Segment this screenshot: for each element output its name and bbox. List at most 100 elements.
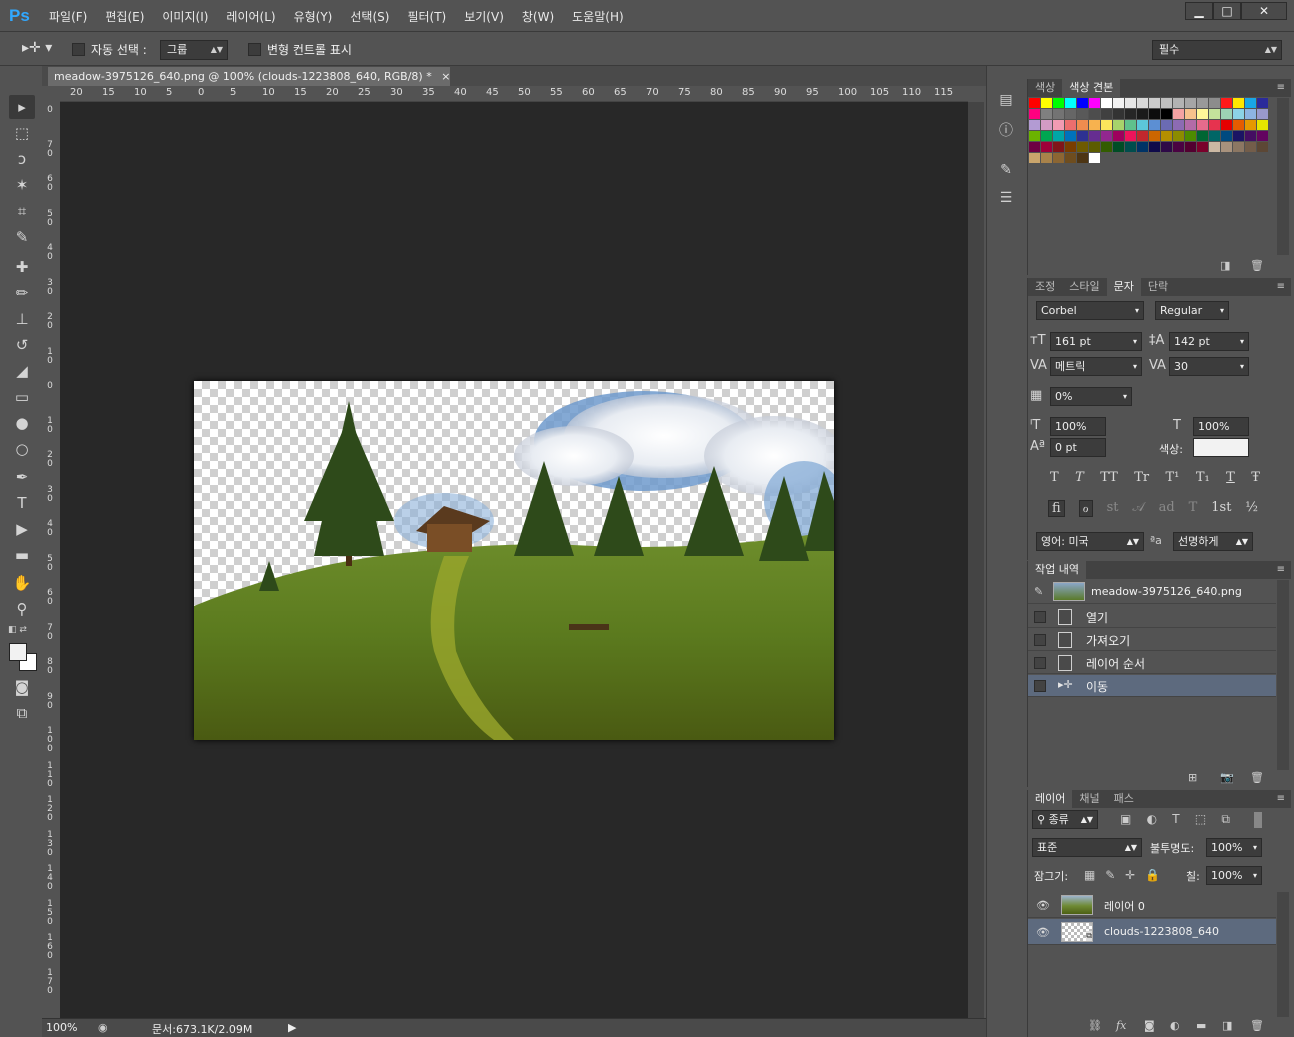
color-swatch[interactable] — [1185, 120, 1197, 131]
color-swatch[interactable] — [1209, 98, 1221, 109]
clone-stamp-tool-icon[interactable]: ⊥ — [9, 307, 35, 331]
alternates-button[interactable]: ℴ — [1078, 500, 1093, 517]
color-swatch[interactable] — [1137, 120, 1149, 131]
subscript-button[interactable]: T₁ — [1196, 470, 1210, 485]
color-swatch[interactable] — [1101, 131, 1113, 142]
magic-wand-tool-icon[interactable]: ✶ — [9, 173, 35, 197]
color-swatch[interactable] — [1197, 131, 1209, 142]
status-info-icon[interactable]: ◉ — [98, 1021, 108, 1034]
move-tool-icon[interactable]: ▸ — [9, 95, 35, 119]
color-swatch[interactable] — [1101, 142, 1113, 153]
lock-all-icon[interactable]: 🔒 — [1145, 868, 1160, 882]
color-swatch[interactable] — [1101, 98, 1113, 109]
color-swatch[interactable] — [1113, 109, 1125, 120]
tab-swatches[interactable]: 색상 견본 — [1062, 79, 1121, 97]
color-swatch[interactable] — [1245, 120, 1257, 131]
color-swatch[interactable] — [1221, 109, 1233, 120]
layers-scrollbar[interactable] — [1277, 892, 1289, 1017]
color-swatch[interactable] — [1089, 98, 1101, 109]
color-swatch[interactable] — [1173, 142, 1185, 153]
layer-row-selected[interactable]: 👁 ⧉ clouds-1223808_640 — [1028, 919, 1276, 945]
strikethrough-button[interactable]: Ŧ — [1251, 470, 1260, 485]
tracking-field[interactable]: 30 ▾ — [1169, 357, 1249, 376]
history-item[interactable]: 가져오기 — [1028, 629, 1276, 651]
color-swatch[interactable] — [1149, 98, 1161, 109]
small-caps-button[interactable]: Tr — [1134, 470, 1149, 485]
color-swatch[interactable] — [1257, 131, 1269, 142]
color-swatch[interactable] — [1065, 142, 1077, 153]
color-swatch[interactable] — [1041, 98, 1053, 109]
color-swatch[interactable] — [1065, 120, 1077, 131]
new-group-icon[interactable]: ▬ — [1196, 1019, 1206, 1032]
color-swatch[interactable] — [1161, 109, 1173, 120]
color-swatch[interactable] — [1233, 98, 1245, 109]
color-swatch[interactable] — [1209, 120, 1221, 131]
tab-character[interactable]: 문자 — [1106, 278, 1141, 296]
color-swatch[interactable] — [1185, 131, 1197, 142]
brush-panel-icon[interactable]: ✎ — [996, 162, 1016, 182]
eraser-tool-icon[interactable]: ◢ — [9, 359, 35, 383]
menu-view[interactable]: 보기(V) — [455, 8, 513, 26]
color-swatch[interactable] — [1257, 109, 1269, 120]
color-swatch[interactable] — [1089, 153, 1101, 164]
color-swatch[interactable] — [1041, 109, 1053, 120]
color-swatch[interactable] — [1137, 109, 1149, 120]
color-swatch[interactable] — [1149, 142, 1161, 153]
color-swatch[interactable] — [1041, 131, 1053, 142]
opacity-field[interactable]: 100% ▾ — [1206, 838, 1262, 857]
titling-alternates-button[interactable]: T — [1189, 500, 1198, 517]
color-swatch[interactable] — [1041, 120, 1053, 131]
color-swatch[interactable] — [1029, 153, 1041, 164]
panel-menu-icon[interactable]: ≡ — [1277, 564, 1285, 575]
history-panel-icon[interactable]: ▤ — [996, 92, 1016, 112]
faux-italic-button[interactable]: T — [1075, 470, 1084, 485]
all-caps-button[interactable]: TT — [1100, 470, 1118, 485]
lock-transparency-icon[interactable]: ▦ — [1084, 868, 1095, 882]
vertical-scale-field[interactable]: 100% — [1050, 417, 1106, 436]
color-swatch[interactable] — [1185, 109, 1197, 120]
delete-layer-icon[interactable]: 🗑 — [1250, 1019, 1264, 1032]
new-document-from-state-icon[interactable]: ⊞ — [1188, 771, 1197, 784]
color-swatch[interactable] — [1209, 109, 1221, 120]
crop-tool-icon[interactable]: ⌗ — [9, 199, 35, 223]
maximize-button[interactable]: □ — [1213, 2, 1241, 20]
color-swatch[interactable] — [1245, 131, 1257, 142]
transform-controls-checkbox[interactable] — [248, 43, 261, 56]
tab-color[interactable]: 색상 — [1028, 79, 1062, 97]
stylistic-alternates-button[interactable]: ad — [1159, 500, 1175, 517]
menu-select[interactable]: 선택(S) — [341, 8, 398, 26]
ordinals-button[interactable]: 1st — [1211, 500, 1231, 517]
color-swatch[interactable] — [1197, 142, 1209, 153]
default-colors-icon[interactable]: ◧ ⇄ — [8, 625, 27, 635]
pixel-filter-icon[interactable]: ▣ — [1120, 812, 1131, 827]
horizontal-ruler[interactable]: 20 15 10 5 0 5 10 15 20 25 30 35 40 45 50 55 60 65 70 75 80 8… — [60, 86, 968, 102]
color-swatch[interactable] — [1065, 131, 1077, 142]
color-swatch[interactable] — [1233, 131, 1245, 142]
color-swatch[interactable] — [1137, 142, 1149, 153]
discretionary-ligatures-button[interactable]: st — [1107, 500, 1119, 517]
link-layers-icon[interactable]: ⛓ — [1088, 1019, 1102, 1032]
new-swatch-icon[interactable]: ◨ — [1220, 259, 1230, 272]
lock-pixels-icon[interactable]: ✎ — [1105, 868, 1115, 882]
menu-image[interactable]: 이미지(I) — [153, 8, 217, 26]
color-swatch[interactable] — [1113, 98, 1125, 109]
color-swatch[interactable] — [1173, 98, 1185, 109]
healing-brush-tool-icon[interactable]: ✚ — [9, 255, 35, 279]
color-swatch[interactable] — [1077, 98, 1089, 109]
hand-tool-icon[interactable]: ✋ — [9, 571, 35, 595]
panel-menu-icon[interactable]: ≡ — [1277, 281, 1285, 292]
panel-menu-icon[interactable]: ≡ — [1277, 82, 1285, 93]
color-swatch[interactable] — [1197, 98, 1209, 109]
color-swatch[interactable] — [1125, 142, 1137, 153]
color-swatch[interactable] — [1029, 98, 1041, 109]
color-swatch[interactable] — [1029, 109, 1041, 120]
color-swatch[interactable] — [1245, 98, 1257, 109]
color-swatch[interactable] — [1161, 120, 1173, 131]
color-swatch[interactable] — [1161, 98, 1173, 109]
color-swatch[interactable] — [1041, 142, 1053, 153]
shape-tool-icon[interactable]: ▬ — [9, 543, 35, 567]
color-swatch[interactable] — [1089, 109, 1101, 120]
color-swatch[interactable] — [1077, 131, 1089, 142]
gradient-tool-icon[interactable]: ▭ — [9, 385, 35, 409]
zoom-level[interactable]: 100% — [46, 1021, 77, 1034]
